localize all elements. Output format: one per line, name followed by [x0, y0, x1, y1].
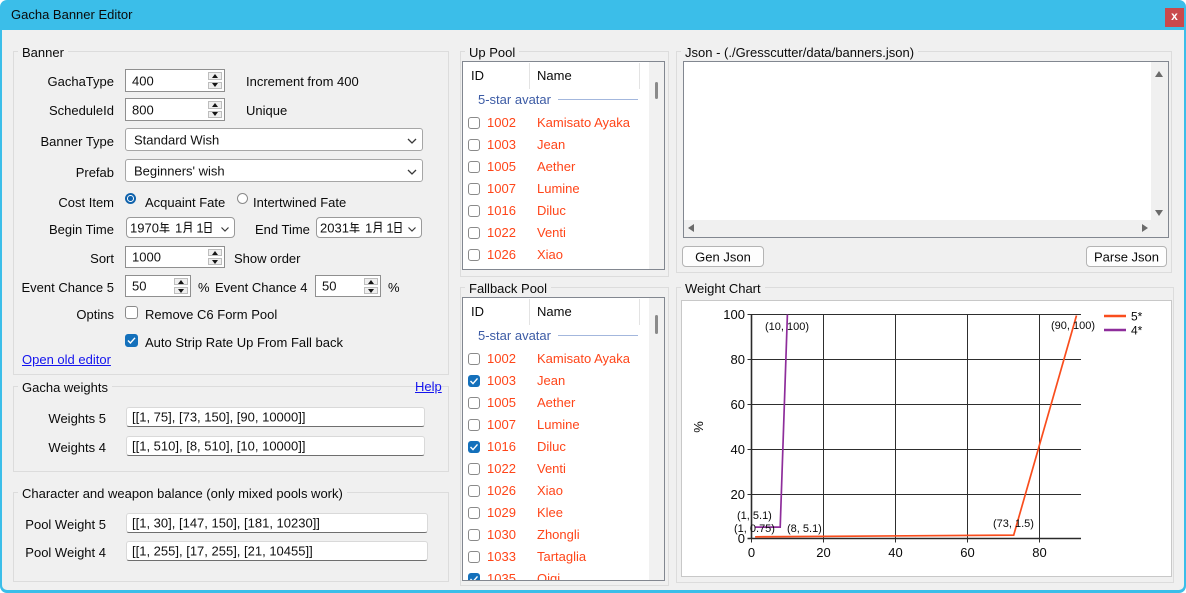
svg-text:60: 60: [960, 545, 974, 560]
svg-text:0: 0: [748, 545, 755, 560]
svg-text:40: 40: [731, 442, 745, 457]
svg-text:20: 20: [731, 487, 745, 502]
svg-text:(73, 1.5): (73, 1.5): [993, 518, 1034, 530]
svg-text:5*: 5*: [1131, 310, 1143, 324]
svg-text:%: %: [691, 421, 706, 433]
svg-text:80: 80: [1032, 545, 1046, 560]
svg-text:(1, 0.75): (1, 0.75): [734, 523, 775, 535]
svg-text:40: 40: [888, 545, 902, 560]
svg-text:(1, 5.1): (1, 5.1): [737, 510, 772, 522]
svg-text:4*: 4*: [1131, 324, 1143, 338]
svg-text:(90, 100): (90, 100): [1051, 320, 1095, 332]
svg-text:(10, 100): (10, 100): [765, 321, 809, 333]
svg-text:20: 20: [816, 545, 830, 560]
svg-text:(8, 5.1): (8, 5.1): [787, 523, 822, 535]
svg-text:100: 100: [723, 307, 745, 322]
svg-text:60: 60: [731, 397, 745, 412]
svg-text:80: 80: [731, 352, 745, 367]
